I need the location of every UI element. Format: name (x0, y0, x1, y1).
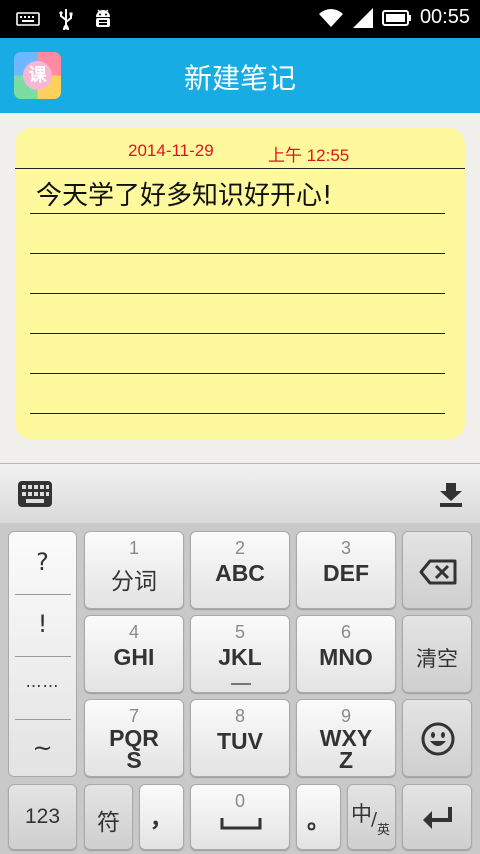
backspace-button[interactable] (402, 531, 472, 609)
symbol-key-exclaim[interactable]: ! (9, 610, 76, 638)
keyboard-switch-icon[interactable] (17, 480, 53, 508)
enter-icon (423, 807, 452, 829)
space-icon (220, 818, 262, 830)
key-4[interactable]: 4 GHI (84, 615, 184, 693)
symbol-column[interactable]: ? ! …… ~ (8, 531, 77, 777)
language-sub-label: 英 (377, 823, 391, 838)
symbol-key-question[interactable]: ? (9, 548, 76, 576)
space-key[interactable]: 0 (190, 784, 290, 850)
note-ruled-line (30, 413, 445, 414)
note-header-divider (15, 168, 465, 169)
key-2[interactable]: 2 ABC (190, 531, 290, 609)
signal-icon (352, 7, 373, 28)
key-number: 2 (234, 538, 245, 558)
hide-keyboard-icon[interactable] (438, 482, 464, 508)
symbols-button[interactable]: 符 (84, 784, 133, 850)
key-label: JKL (218, 644, 262, 670)
battery-icon (381, 9, 411, 26)
key-number: 4 (128, 622, 139, 642)
keyboard-toolbar (0, 463, 480, 523)
backspace-icon (419, 559, 457, 585)
key-number: 3 (340, 538, 351, 558)
clear-label: 清空 (416, 647, 458, 671)
android-debug-icon (96, 9, 110, 27)
home-key-marker (231, 683, 251, 685)
keyboard-notification-icon (16, 12, 40, 26)
status-bar: 00:55 (0, 0, 480, 38)
key-label: WXY Z (319, 725, 373, 773)
symbol-divider (15, 594, 71, 595)
key-7[interactable]: 7 PQR S (84, 699, 184, 777)
comma-label: ， (150, 806, 173, 832)
key-number: 6 (340, 622, 351, 642)
language-main-label: 中 (351, 802, 372, 826)
note-ruled-line (30, 253, 445, 254)
note-date: 2014-11-29 (128, 141, 214, 160)
smiley-icon (421, 722, 455, 756)
key-label: ABC (215, 560, 265, 586)
key-3[interactable]: 3 DEF (296, 531, 396, 609)
key-label: 分词 (111, 569, 157, 595)
note-ruled-line (30, 333, 445, 334)
period-key[interactable]: 。 (296, 784, 341, 850)
usb-icon (59, 9, 73, 30)
clock: 00:55 (419, 6, 470, 28)
key-number: 8 (234, 706, 245, 726)
note-ruled-line (30, 293, 445, 294)
wifi-icon (318, 8, 343, 27)
comma-key[interactable]: ， (139, 784, 184, 850)
numeric-mode-button[interactable]: 123 (8, 784, 77, 850)
app-bar: 课 新建笔记 (0, 38, 480, 113)
note-editor[interactable]: 2014-11-29 上午 12:55 今天学了好多知识好开心! (15, 128, 465, 439)
key-5[interactable]: 5 JKL (190, 615, 290, 693)
note-ruled-line (30, 213, 445, 214)
key-label: MNO (319, 644, 373, 670)
symbol-divider (15, 656, 71, 657)
note-time: 上午 12:55 (268, 146, 350, 165)
symbols-label: 符 (97, 810, 120, 836)
key-6[interactable]: 6 MNO (296, 615, 396, 693)
note-text-input[interactable]: 今天学了好多知识好开心! (36, 175, 332, 212)
note-ruled-line (30, 373, 445, 374)
key-8[interactable]: 8 TUV (190, 699, 290, 777)
key-number: 9 (340, 706, 351, 726)
key-1[interactable]: 1 分词 (84, 531, 184, 609)
key-number: 1 (128, 538, 139, 558)
symbol-key-tilde[interactable]: ~ (9, 734, 76, 762)
page-title: 新建笔记 (183, 62, 296, 95)
key-number: 5 (234, 622, 245, 642)
key-9[interactable]: 9 WXY Z (296, 699, 396, 777)
key-label: DEF (323, 560, 369, 586)
key-number: 0 (234, 791, 245, 811)
key-number: 7 (128, 706, 139, 726)
key-label: TUV (217, 728, 263, 754)
enter-button[interactable] (402, 784, 472, 850)
symbol-divider (15, 719, 71, 720)
clear-button[interactable]: 清空 (402, 615, 472, 693)
symbol-key-ellipsis[interactable]: …… (9, 672, 76, 691)
period-label: 。 (307, 808, 330, 834)
language-switch-button[interactable]: 中 / 英 (347, 784, 396, 850)
numeric-mode-label: 123 (24, 805, 61, 828)
key-label: PQR S (109, 725, 159, 773)
emoji-button[interactable] (402, 699, 472, 777)
key-label: GHI (113, 644, 155, 670)
